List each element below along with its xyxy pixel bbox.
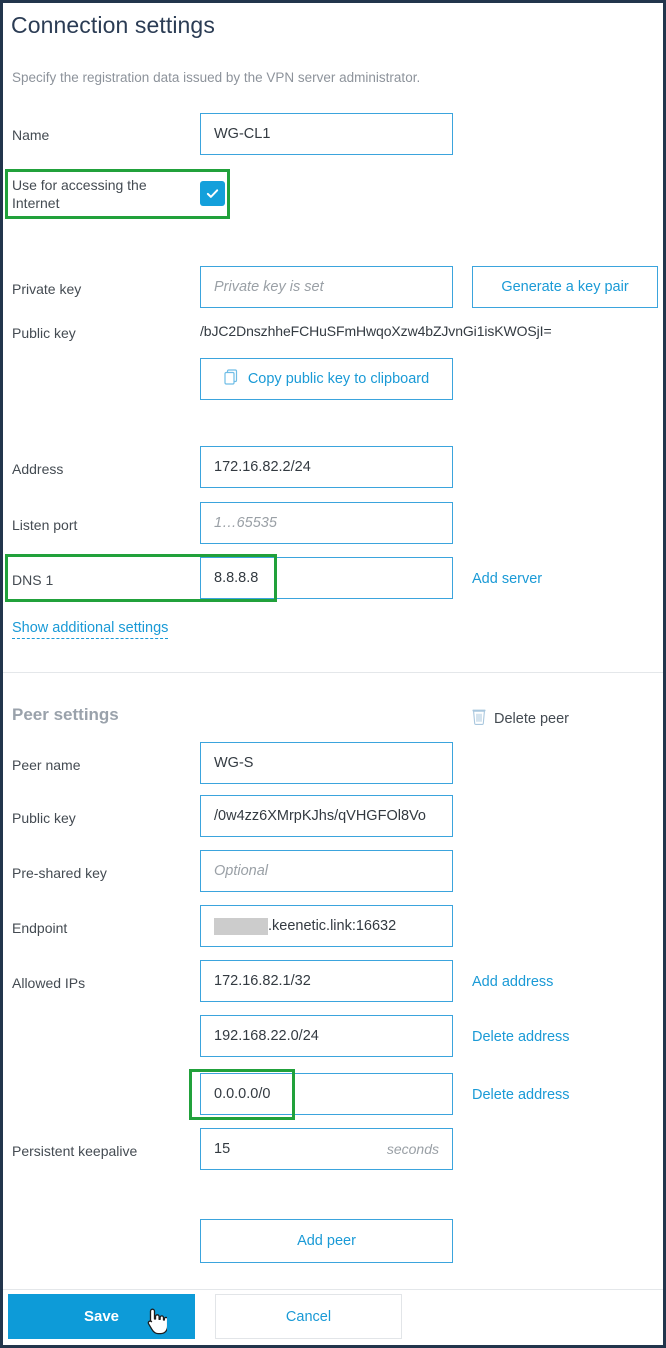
peer-public-key-label: Public key (12, 810, 76, 826)
keepalive-unit: seconds (386, 1141, 439, 1157)
internet-checkbox-label: Use for accessing the Internet (12, 177, 147, 211)
listen-port-label: Listen port (12, 517, 78, 533)
persistent-keepalive-label: Persistent keepalive (12, 1143, 138, 1159)
preshared-key-label: Pre-shared key (12, 865, 107, 881)
preshared-key-input[interactable]: Optional (200, 850, 453, 892)
public-key-value: /bJC2DnszhheFCHuSFmHwqoXzw4bZJvnGi1isKWO… (200, 323, 552, 339)
name-input[interactable]: WG-CL1 (200, 113, 453, 155)
public-key-label: Public key (12, 325, 76, 341)
dns1-input[interactable]: 8.8.8.8 (200, 557, 453, 599)
redacted-hostname (214, 917, 268, 935)
delete-address-link-2[interactable]: Delete address (472, 1087, 570, 1103)
connection-settings-dialog: Connection settings Specify the registra… (0, 0, 666, 1348)
page-subtitle: Specify the registration data issued by … (12, 70, 421, 85)
allowed-ips-label: Allowed IPs (12, 975, 86, 991)
delete-peer-label: Delete peer (494, 710, 569, 727)
peer-name-label: Peer name (12, 757, 81, 773)
page-title: Connection settings (11, 12, 215, 38)
add-server-link[interactable]: Add server (472, 571, 542, 587)
add-peer-label: Add peer (297, 1233, 356, 1249)
allowed-ip-input-2[interactable]: 0.0.0.0/0 (200, 1073, 453, 1115)
private-key-input[interactable]: Private key is set (200, 266, 453, 308)
save-button[interactable]: Save (8, 1294, 195, 1339)
allowed-ip-input-1[interactable]: 192.168.22.0/24 (200, 1015, 453, 1057)
copy-icon (224, 369, 239, 389)
dns1-label: DNS 1 (12, 572, 54, 588)
section-divider (3, 672, 663, 673)
peer-settings-heading: Peer settings (12, 705, 119, 724)
private-key-label: Private key (12, 281, 82, 297)
peer-public-key-input[interactable]: /0w4zz6XMrpKJhs/qVHGFOl8Vo (200, 795, 453, 837)
copy-public-key-label: Copy public key to clipboard (247, 371, 430, 387)
endpoint-suffix: .keenetic.link:16632 (268, 918, 397, 934)
allowed-ip-input-0[interactable]: 172.16.82.1/32 (200, 960, 453, 1002)
name-label: Name (12, 127, 50, 143)
add-address-link[interactable]: Add address (472, 974, 553, 990)
cancel-label: Cancel (285, 1308, 332, 1325)
endpoint-label: Endpoint (12, 920, 68, 936)
copy-public-key-button[interactable]: Copy public key to clipboard (200, 358, 453, 400)
use-for-internet-checkbox[interactable] (200, 181, 225, 206)
show-additional-settings-link[interactable]: Show additional settings (12, 620, 169, 639)
check-icon (205, 186, 220, 201)
listen-port-input[interactable]: 1…65535 (200, 502, 453, 544)
generate-key-pair-button[interactable]: Generate a key pair (472, 266, 658, 308)
cancel-button[interactable]: Cancel (215, 1294, 402, 1339)
dialog-body: Connection settings Specify the registra… (3, 3, 663, 1345)
save-label: Save (83, 1308, 120, 1325)
address-input[interactable]: 172.16.82.2/24 (200, 446, 453, 488)
keepalive-value: 15 (214, 1141, 231, 1157)
trash-icon (472, 708, 486, 729)
add-peer-button[interactable]: Add peer (200, 1219, 453, 1263)
delete-address-link-1[interactable]: Delete address (472, 1029, 570, 1045)
address-label: Address (12, 461, 64, 477)
peer-name-input[interactable]: WG-S (200, 742, 453, 784)
delete-peer-button[interactable]: Delete peer (472, 708, 569, 729)
footer-divider (3, 1289, 663, 1290)
generate-key-pair-label: Generate a key pair (501, 279, 629, 295)
persistent-keepalive-input[interactable]: 15 seconds (200, 1128, 453, 1170)
endpoint-input[interactable]: .keenetic.link:16632 (200, 905, 453, 947)
